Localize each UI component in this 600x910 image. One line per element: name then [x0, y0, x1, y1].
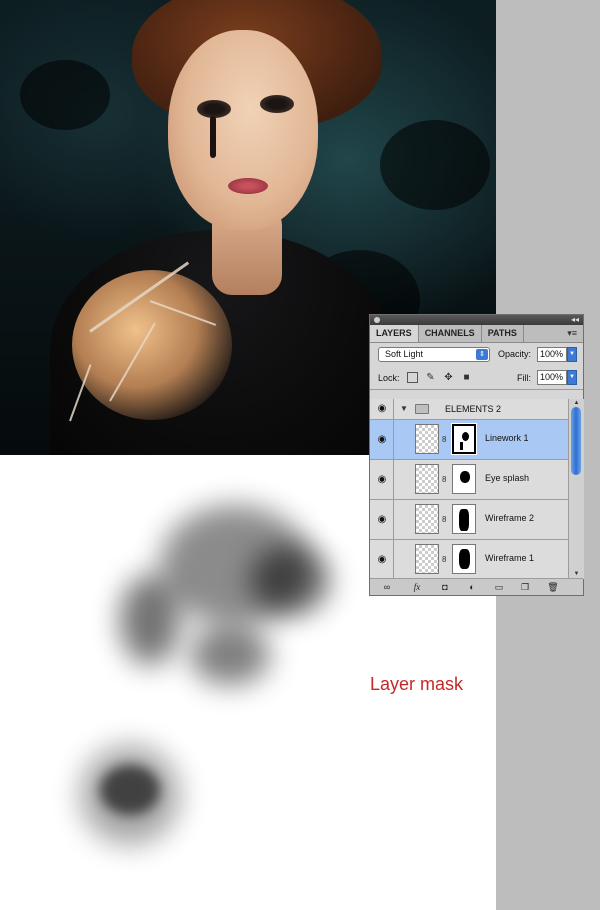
layer-thumbnail[interactable]	[415, 544, 439, 574]
mask-shape	[460, 442, 463, 450]
lock-transparency-icon[interactable]	[407, 372, 418, 383]
new-layer-icon[interactable]: ❐	[518, 581, 532, 593]
mask-thumbnail[interactable]	[452, 504, 476, 534]
adjustment-layer-icon[interactable]: ◐	[465, 581, 479, 593]
panel-titlebar[interactable]: ◂◂	[370, 315, 583, 325]
chain-icon[interactable]: 8	[442, 475, 448, 485]
portrait-eye	[260, 95, 294, 113]
layer-mask-label: Layer mask	[370, 674, 464, 694]
panel-bottom-bar: ∞ fx ◘ ◐ ▭ ❐ 🗑	[370, 578, 583, 595]
mask-shape	[462, 432, 469, 441]
eye-icon: ◉	[377, 403, 387, 414]
trash-icon[interactable]: 🗑	[546, 581, 560, 593]
blend-mode-select[interactable]: Soft Light ⇕	[378, 347, 490, 362]
layer-scrollbar[interactable]: ▲ ▼	[568, 399, 584, 579]
group-name: ELEMENTS 2	[445, 404, 502, 414]
chain-icon[interactable]: 8	[442, 435, 448, 445]
mask-thumbnail[interactable]	[451, 423, 477, 455]
tab-paths[interactable]: PATHS	[482, 325, 524, 342]
layer-row[interactable]: ◉ 8 Linework 1	[370, 420, 568, 460]
opacity-dropdown-icon[interactable]: ▼	[567, 347, 577, 362]
mask-blob	[250, 545, 330, 615]
add-mask-icon[interactable]: ◘	[438, 581, 452, 593]
layer-thumbnail[interactable]	[415, 424, 439, 454]
tab-layers[interactable]: LAYERS	[370, 325, 419, 342]
mask-shape	[459, 549, 470, 569]
collapse-icon[interactable]: ◂◂	[571, 315, 579, 325]
link-layers-icon[interactable]: ∞	[380, 581, 394, 593]
eye-icon: ◉	[377, 553, 387, 565]
layer-row[interactable]: ◉ 8 Wireframe 1	[370, 540, 568, 579]
panel-tabs: LAYERS CHANNELS PATHS ▾≡	[370, 325, 583, 343]
fx-icon[interactable]: fx	[410, 581, 424, 593]
mask-thumbnail[interactable]	[452, 464, 476, 494]
eye-icon: ◉	[377, 473, 387, 485]
blend-row: Soft Light ⇕ Opacity: 100% ▼	[370, 343, 583, 367]
opacity-label: Opacity:	[498, 349, 532, 359]
mask-blob	[120, 575, 180, 665]
layers-panel: ◂◂ LAYERS CHANNELS PATHS ▾≡ Soft Light ⇕…	[369, 314, 584, 596]
layer-thumbnail[interactable]	[415, 504, 439, 534]
select-arrows-icon: ⇕	[476, 349, 488, 360]
fill-label: Fill:	[517, 373, 531, 383]
mask-blob	[100, 765, 160, 815]
mask-shape	[460, 471, 470, 483]
portrait-shoulder	[72, 270, 232, 420]
eye-icon: ◉	[377, 433, 387, 445]
layer-name: Wireframe 1	[485, 553, 535, 563]
portrait-lips	[228, 178, 268, 194]
chain-icon[interactable]: 8	[442, 555, 448, 565]
visibility-toggle[interactable]: ◉	[370, 500, 394, 539]
blend-mode-value: Soft Light	[385, 349, 424, 359]
layer-name: Linework 1	[485, 433, 529, 443]
visibility-toggle[interactable]: ◉	[370, 399, 394, 419]
visibility-toggle[interactable]: ◉	[370, 460, 394, 499]
layer-name: Wireframe 2	[485, 513, 535, 523]
scroll-up-icon[interactable]: ▲	[569, 399, 584, 407]
mask-blob	[190, 625, 270, 685]
layer-name: Eye splash	[485, 473, 530, 483]
layer-row[interactable]: ◉ 8 Wireframe 2	[370, 500, 568, 540]
panel-menu-icon[interactable]: ▾≡	[567, 325, 577, 342]
lock-move-icon[interactable]: ✥	[443, 372, 454, 383]
visibility-toggle[interactable]: ◉	[370, 420, 394, 459]
layer-list: ◉ ▼ ELEMENTS 2 ◉ 8 Linework 1 ◉ 8 Eye sp…	[370, 399, 568, 579]
close-icon[interactable]	[374, 317, 380, 323]
fill-input[interactable]: 100%	[537, 370, 567, 385]
lock-row: Lock: ✎ ✥ ■ Fill: 100% ▼	[370, 367, 583, 390]
ink-splash	[20, 60, 110, 130]
scroll-thumb[interactable]	[571, 407, 581, 475]
chain-icon[interactable]: 8	[442, 515, 448, 525]
opacity-input[interactable]: 100%	[537, 347, 567, 362]
mask-shape	[459, 509, 469, 531]
visibility-toggle[interactable]: ◉	[370, 540, 394, 579]
lock-label: Lock:	[378, 373, 400, 383]
new-group-icon[interactable]: ▭	[492, 581, 506, 593]
disclosure-triangle-icon[interactable]: ▼	[400, 404, 408, 413]
layer-group-row[interactable]: ◉ ▼ ELEMENTS 2	[370, 399, 568, 420]
layer-thumbnail[interactable]	[415, 464, 439, 494]
portrait-tear	[210, 116, 216, 158]
tab-channels[interactable]: CHANNELS	[419, 325, 482, 342]
fill-dropdown-icon[interactable]: ▼	[567, 370, 577, 385]
ink-splash	[380, 120, 490, 210]
portrait-face	[168, 30, 318, 230]
mask-thumbnail[interactable]	[452, 544, 476, 574]
layer-row[interactable]: ◉ 8 Eye splash	[370, 460, 568, 500]
lock-brush-icon[interactable]: ✎	[425, 372, 436, 383]
eye-icon: ◉	[377, 513, 387, 525]
folder-icon	[415, 404, 429, 414]
lock-all-icon[interactable]: ■	[461, 372, 472, 383]
